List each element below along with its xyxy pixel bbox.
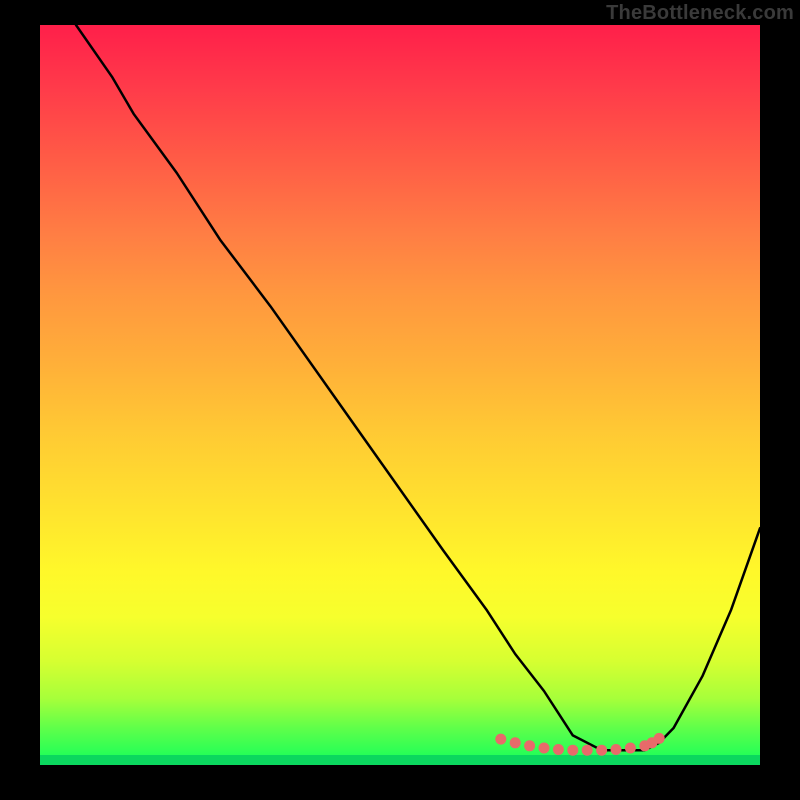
trough-dot: [510, 737, 521, 748]
trough-dot: [654, 733, 665, 744]
trough-dots: [495, 733, 664, 756]
trough-dot: [553, 744, 564, 755]
trough-dot: [539, 743, 550, 754]
chart-container: TheBottleneck.com: [0, 0, 800, 800]
trough-dot: [611, 744, 622, 755]
trough-dot: [625, 743, 636, 754]
trough-dot: [495, 734, 506, 745]
trough-dot: [596, 745, 607, 756]
chart-svg: [40, 25, 760, 765]
watermark-text: TheBottleneck.com: [606, 2, 794, 25]
trough-dot: [524, 740, 535, 751]
trough-dot: [582, 745, 593, 756]
bottleneck-curve: [76, 25, 760, 750]
plot-area: [40, 25, 760, 765]
trough-dot: [567, 745, 578, 756]
